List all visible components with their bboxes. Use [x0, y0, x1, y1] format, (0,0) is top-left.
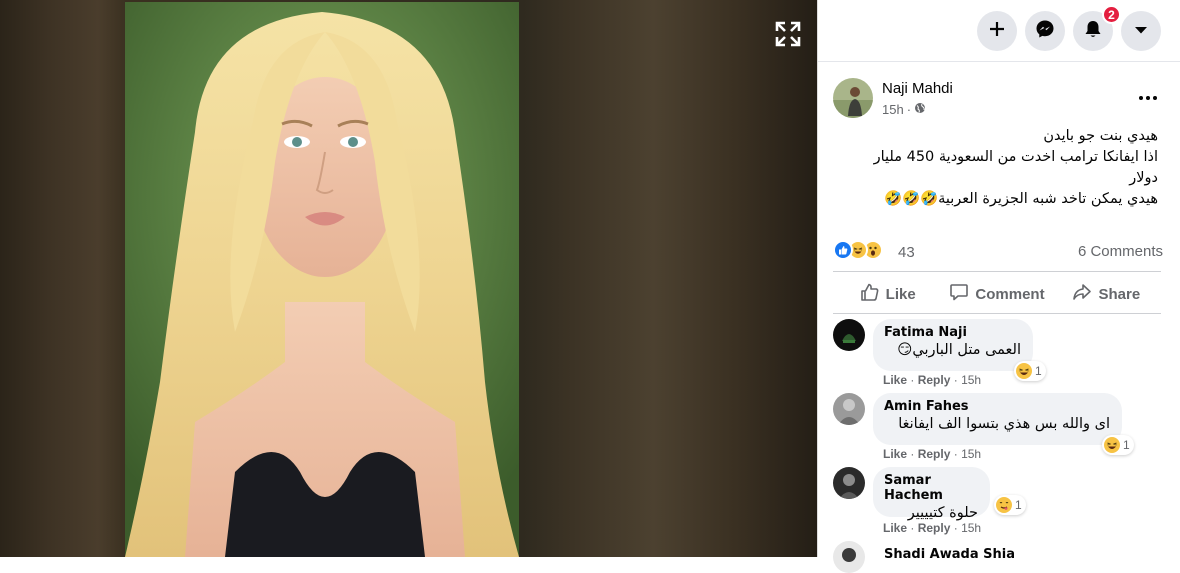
- post-text-line: هيدي بنت جو بايدن: [1043, 128, 1158, 144]
- photo-portrait: [125, 2, 519, 557]
- yum-reaction-icon: [996, 497, 1012, 513]
- plus-icon: [988, 20, 1006, 43]
- comment-button[interactable]: Comment: [942, 276, 1051, 312]
- comments-count[interactable]: 6 Comments: [1078, 243, 1163, 260]
- post-text-line: هيدي يمكن تاخد شبه الجزيرة العربية🤣🤣🤣: [883, 191, 1158, 207]
- comment-text: العمى متل الباربي😏: [897, 342, 1021, 358]
- commenter-name[interactable]: Amin Fahes: [884, 399, 1110, 414]
- notifications-button[interactable]: 2: [1073, 5, 1121, 51]
- comment-actions: Like · Reply · 15h: [883, 447, 981, 461]
- comment-reaction[interactable]: 1: [1102, 435, 1134, 455]
- comment-icon: [949, 282, 969, 306]
- thumbs-up-icon: [860, 282, 880, 306]
- post-meta: 15h ·: [882, 102, 926, 117]
- comment-like-link[interactable]: Like: [883, 521, 907, 535]
- separator-dot: ·: [953, 521, 958, 535]
- commenter-avatar[interactable]: [833, 541, 865, 573]
- comment-time[interactable]: 15h: [961, 447, 981, 461]
- haha-reaction-icon: [1104, 437, 1120, 453]
- commenter-avatar[interactable]: [833, 467, 865, 499]
- separator-dot: ·: [910, 373, 915, 387]
- separator-dot: ·: [953, 447, 958, 461]
- comment-reaction[interactable]: 1: [1014, 361, 1046, 381]
- caret-down-icon: [1134, 22, 1148, 40]
- comment-bubble: Fatima Naji العمى متل الباربي😏: [873, 319, 1033, 371]
- comment-reply-link[interactable]: Reply: [918, 373, 951, 387]
- share-label: Share: [1098, 285, 1141, 303]
- reactions-summary: 43 6 Comments: [833, 240, 1163, 264]
- more-options-button[interactable]: [1133, 82, 1163, 112]
- commenter-avatar[interactable]: [833, 393, 865, 425]
- photo-viewer: [0, 0, 817, 557]
- post-header: Naji Mahdi 15h ·: [833, 78, 1163, 120]
- post-sidebar: 2 Naji Mahdi 15h · هيدي بنت جو بايدن اذا…: [817, 0, 1180, 573]
- reaction-count[interactable]: 43: [898, 244, 915, 261]
- comment-bubble: Amin Fahes اى والله بس هذي بتسوا الف ايف…: [873, 393, 1122, 445]
- divider: [833, 313, 1161, 314]
- top-bar: 2: [818, 0, 1180, 62]
- comment-like-link[interactable]: Like: [883, 373, 907, 387]
- commenter-name[interactable]: Fatima Naji: [884, 325, 1021, 340]
- ellipsis-icon: [1138, 88, 1158, 106]
- comment-reaction-count: 1: [1123, 438, 1130, 452]
- comment-like-link[interactable]: Like: [883, 447, 907, 461]
- meta-separator: ·: [906, 102, 912, 117]
- like-label: Like: [885, 285, 916, 303]
- messenger-icon: [1035, 19, 1055, 44]
- reaction-icons[interactable]: [833, 240, 883, 260]
- notifications-badge: 2: [1102, 5, 1121, 24]
- commenter-avatar[interactable]: [833, 319, 865, 351]
- like-reaction-icon: [833, 240, 853, 260]
- separator-dot: ·: [910, 447, 915, 461]
- expand-arrows-icon[interactable]: [772, 18, 804, 50]
- separator-dot: ·: [953, 373, 958, 387]
- comment-time[interactable]: 15h: [961, 521, 981, 535]
- comment-reaction[interactable]: 1: [994, 495, 1026, 515]
- comment-text: حلوة كتيييير: [907, 505, 978, 521]
- haha-reaction-icon: [1016, 363, 1032, 379]
- post-text: هيدي بنت جو بايدن اذا ايفانكا ترامب اخدت…: [848, 126, 1158, 210]
- create-button[interactable]: [977, 11, 1017, 51]
- comment-reaction-count: 1: [1035, 364, 1042, 378]
- share-icon: [1072, 282, 1092, 306]
- separator-dot: ·: [910, 521, 915, 535]
- comment-actions: Like · Reply · 15h: [883, 373, 981, 387]
- commenter-name[interactable]: Shadi Awada Shia: [884, 547, 1015, 562]
- post-actions: Like Comment Share: [833, 276, 1161, 312]
- comment-text: اى والله بس هذي بتسوا الف ايفانغا: [898, 416, 1110, 432]
- commenter-name[interactable]: Samar Hachem: [884, 473, 978, 503]
- divider: [833, 271, 1161, 272]
- comment-bubble: Samar Hachem حلوة كتيييير: [873, 467, 990, 521]
- like-button[interactable]: Like: [833, 276, 942, 312]
- comment-reply-link[interactable]: Reply: [918, 447, 951, 461]
- post-time[interactable]: 15h: [882, 102, 904, 117]
- post-photo[interactable]: [125, 2, 519, 557]
- bell-icon: [1084, 19, 1102, 44]
- comment-reaction-count: 1: [1015, 498, 1022, 512]
- author-name[interactable]: Naji Mahdi: [882, 80, 953, 97]
- comment-label: Comment: [975, 285, 1045, 303]
- comment-time[interactable]: 15h: [961, 373, 981, 387]
- messenger-button[interactable]: [1025, 11, 1065, 51]
- share-button[interactable]: Share: [1052, 276, 1161, 312]
- globe-icon: [914, 102, 926, 117]
- comment-reply-link[interactable]: Reply: [918, 521, 951, 535]
- comment-actions: Like · Reply · 15h: [883, 521, 981, 535]
- account-menu-button[interactable]: [1121, 11, 1161, 51]
- post-text-line: اذا ايفانكا ترامب اخدت من السعودية 450 م…: [873, 149, 1158, 186]
- author-avatar[interactable]: [833, 78, 873, 118]
